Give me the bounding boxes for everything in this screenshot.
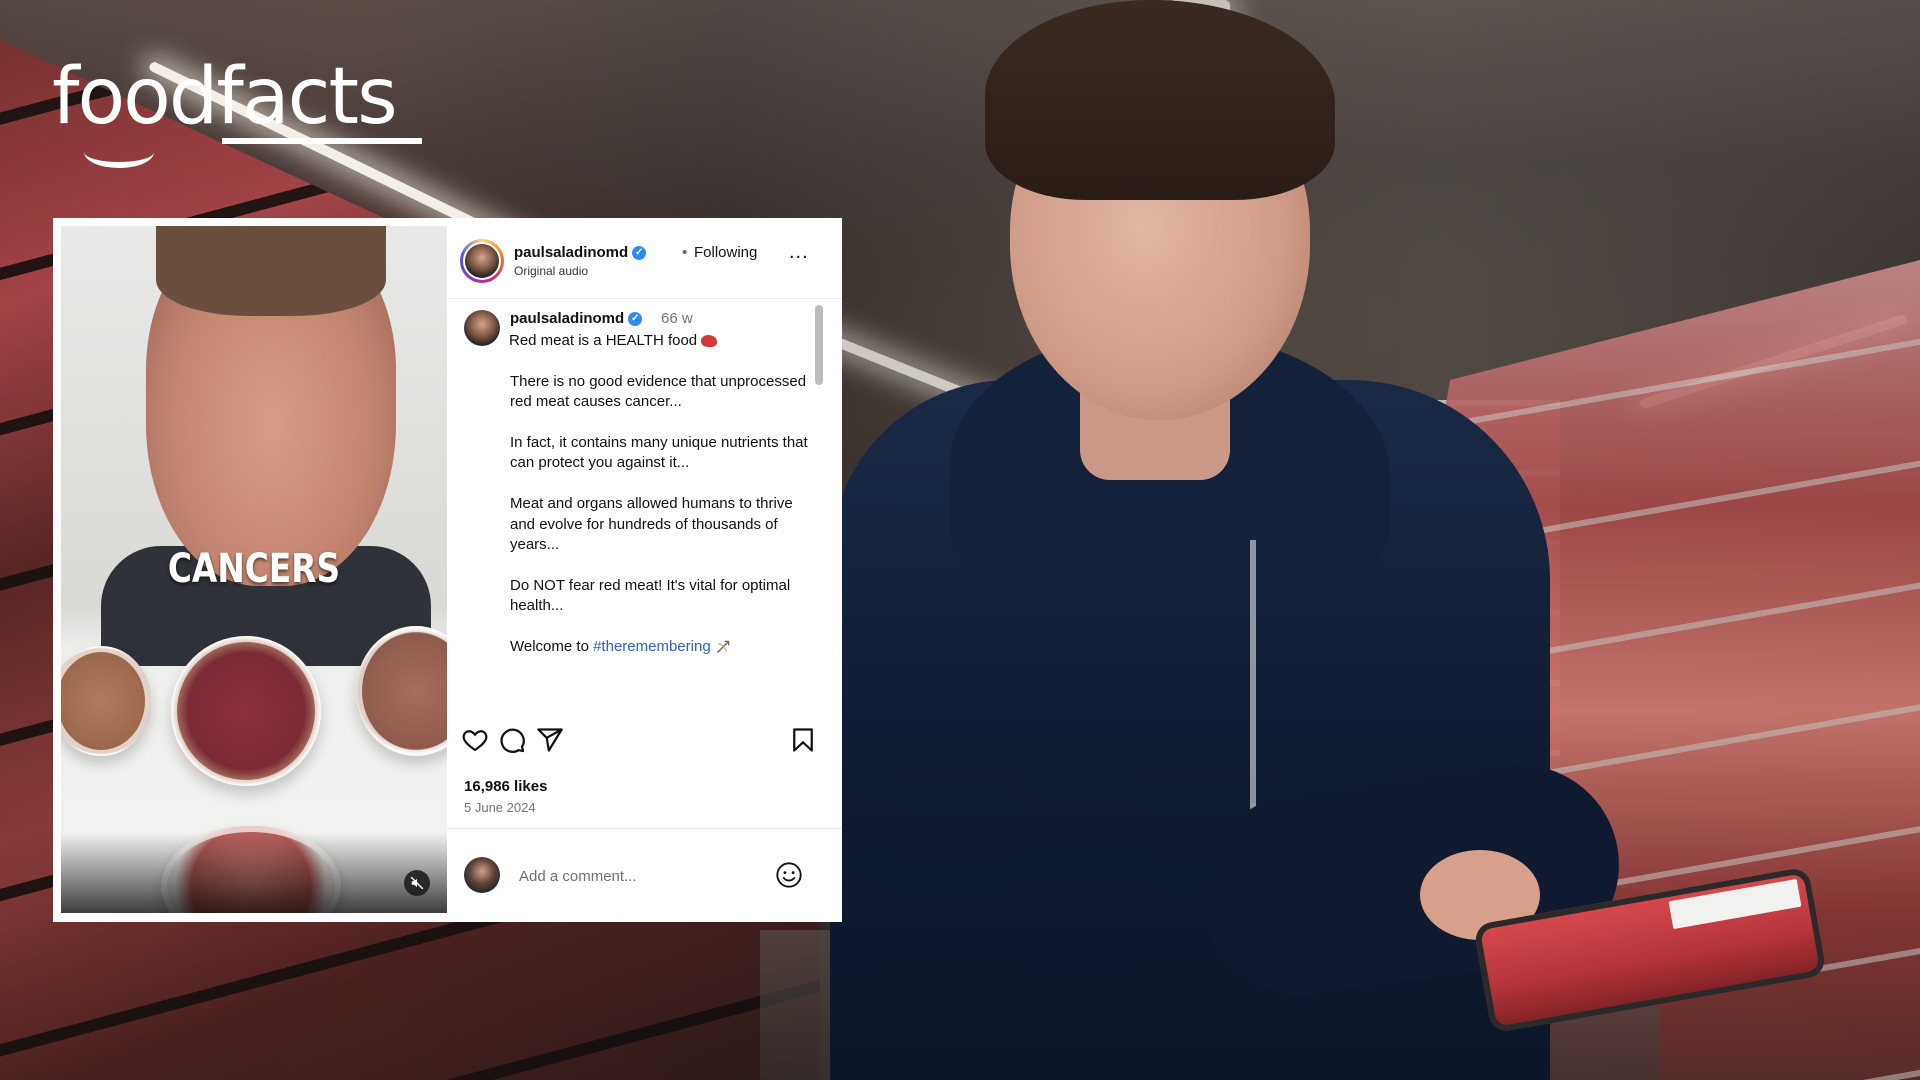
comment-input[interactable] [517,863,771,889]
petri-dish [61,646,151,756]
viewer-avatar [464,857,500,893]
comment-icon[interactable] [498,726,526,754]
caption-avatar[interactable] [464,310,500,346]
reel-video[interactable]: CANCERS [61,226,447,913]
bookmark-icon[interactable] [789,726,817,754]
header-username-link[interactable]: paulsaladinomd ✓ [514,244,647,261]
young-man [780,0,1632,1080]
video-caption: CANCERS [167,546,341,592]
welcome-text: Welcome to [510,637,594,655]
caption-welcome: Welcome to #theremembering [510,637,810,658]
instagram-post-card: CANCERS paulsaladinomd ✓ • Following Orig… [53,218,842,922]
caption-line-1: Red meat is a HEALTH food [509,332,698,349]
avatar [463,242,501,280]
more-icon: ... [789,241,809,263]
caption-username-link[interactable]: paulsaladinomd ✓ [510,310,643,327]
caption-paragraph: In fact, it contains many unique nutrien… [510,433,808,472]
post-header: paulsaladinomd ✓ • Following Original aud… [447,218,842,299]
separator-dot: • [682,244,688,261]
caption-section[interactable]: paulsaladinomd ✓ 66 w Red meat is a HEALT… [447,299,842,711]
post-date: 5 June 2024 [464,800,536,815]
caption-paragraph: Meat and organs allowed humans to thrive… [510,494,793,554]
divider [447,828,842,829]
bow-and-arrow-emoji-icon [716,640,729,654]
caption-paragraph: There is no good evidence that unprocess… [510,372,807,411]
hair [985,0,1335,200]
verified-badge: ✓ [632,246,647,261]
verified-badge: ✓ [628,312,643,327]
likes-count[interactable]: 16,986 likes [464,778,547,795]
header-avatar[interactable] [460,239,504,283]
video-gradient [61,833,447,913]
header-username: paulsaladinomd [514,244,629,261]
logo-underline [222,138,422,144]
caption-paragraph: Do NOT fear red meat! It's vital for opt… [510,576,791,615]
logo-smile-mark [84,136,154,168]
petri-dish [171,636,321,786]
scroll-thumb[interactable] [815,305,823,385]
following-button[interactable]: Following [694,244,757,261]
heart-icon[interactable] [461,726,489,754]
post-panel: paulsaladinomd ✓ • Following Original aud… [447,218,842,922]
steak-emoji-icon [701,335,718,348]
share-icon[interactable] [536,726,564,754]
mute-icon [410,876,424,890]
more-options-button[interactable]: ... [789,242,819,266]
mute-button[interactable] [404,870,430,896]
caption-time[interactable]: 66 w [661,310,693,327]
caption-body: Red meat is a HEALTH food There is no go… [509,331,810,678]
foodfacts-logo: foodfacts [52,58,422,168]
hashtag-link[interactable]: #theremembering [593,638,711,655]
caption-first-line: Red meat is a HEALTH food [509,331,810,352]
logo-text: foodfacts [52,52,398,142]
original-audio-link[interactable]: Original audio [514,264,588,278]
post-actions: 16,986 likes 5 June 2024 [447,718,842,918]
caption-username: paulsaladinomd [510,310,625,327]
presenter-hair [156,226,386,316]
emoji-icon[interactable] [775,861,803,889]
caption-scrollbar[interactable] [815,305,823,711]
